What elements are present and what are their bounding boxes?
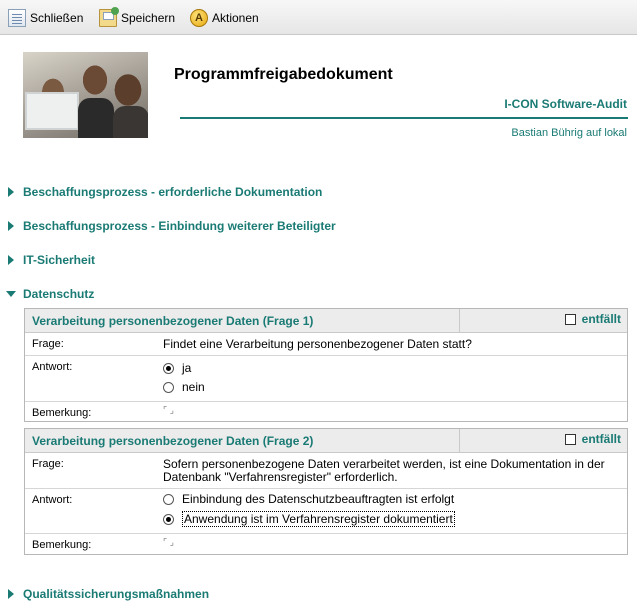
question-1: Verarbeitung personenbezogener Daten (Fr… xyxy=(24,308,628,422)
remark-field-icon[interactable]: ⌜ ⌟ xyxy=(163,537,177,549)
actions-button-label: Aktionen xyxy=(212,11,259,25)
radio-unselected-icon[interactable] xyxy=(163,493,174,505)
frage-text: Sofern personenbezogene Daten verarbeite… xyxy=(163,457,605,484)
actions-button[interactable]: A Aktionen xyxy=(190,8,259,28)
save-button-label: Speichern xyxy=(121,11,176,25)
close-button-label: Schließen xyxy=(30,11,84,25)
question-header: Verarbeitung personenbezogener Daten (Fr… xyxy=(25,429,627,453)
actions-icon: A xyxy=(190,9,208,27)
section-label: Datenschutz xyxy=(23,287,95,301)
frage-row: Frage: Sofern personenbezogene Daten ver… xyxy=(25,453,627,489)
save-icon xyxy=(99,7,119,27)
option-label: Einbindung des Datenschutzbeauftragten i… xyxy=(182,492,455,506)
triangle-down-icon xyxy=(6,288,18,300)
option-label: ja xyxy=(182,361,192,375)
triangle-right-icon xyxy=(6,254,18,266)
close-button[interactable]: Schließen xyxy=(8,8,83,28)
save-button[interactable]: Speichern xyxy=(99,7,176,28)
question-title: Verarbeitung personenbezogener Daten (Fr… xyxy=(32,434,314,448)
radio-option-nein[interactable]: nein xyxy=(163,380,205,394)
triangle-right-icon xyxy=(6,220,18,232)
section-datenschutz[interactable]: Datenschutz xyxy=(6,287,94,301)
section-label: Beschaffungsprozess - erforderliche Doku… xyxy=(23,185,323,199)
bemerkung-row: Bemerkung: ⌜ ⌟ xyxy=(25,534,627,556)
checkbox-icon[interactable] xyxy=(564,433,576,445)
radio-selected-icon[interactable] xyxy=(163,513,174,525)
question-2: Verarbeitung personenbezogener Daten (Fr… xyxy=(24,428,628,555)
user-info: Bastian Bührig auf lokal xyxy=(511,127,627,139)
section-label: Beschaffungsprozess - Einbindung weitere… xyxy=(23,219,336,233)
option-label: Anwendung ist im Verfahrensregister doku… xyxy=(182,511,455,527)
header-photo xyxy=(23,52,148,138)
section-beschaffung-doku[interactable]: Beschaffungsprozess - erforderliche Doku… xyxy=(6,185,322,199)
document-subtitle: I-CON Software-Audit xyxy=(504,97,627,111)
bemerkung-label: Bemerkung: xyxy=(32,539,92,551)
section-beschaffung-beteiligte[interactable]: Beschaffungsprozess - Einbindung weitere… xyxy=(6,219,336,233)
document-title: Programmfreigabedokument xyxy=(174,66,393,83)
question-title: Verarbeitung personenbezogener Daten (Fr… xyxy=(32,314,314,328)
remark-field-icon[interactable]: ⌜ ⌟ xyxy=(163,405,177,417)
antwort-row: Antwort: ja nein xyxy=(25,356,627,402)
frage-text: Findet eine Verarbeitung personenbezogen… xyxy=(163,337,472,351)
radio-option-ja[interactable]: ja xyxy=(163,361,191,375)
triangle-right-icon xyxy=(6,588,18,600)
radio-option-datenschutzbeauftragter[interactable]: Einbindung des Datenschutzbeauftragten i… xyxy=(163,492,454,506)
question-header: Verarbeitung personenbezogener Daten (Fr… xyxy=(25,309,627,333)
antwort-row: Antwort: Einbindung des Datenschutzbeauf… xyxy=(25,489,627,534)
entfaellt-checkbox[interactable]: entfällt xyxy=(564,312,621,326)
close-document-icon xyxy=(8,9,26,27)
triangle-right-icon xyxy=(6,186,18,198)
antwort-label: Antwort: xyxy=(32,494,73,506)
entfaellt-label: entfällt xyxy=(581,432,621,446)
option-label: nein xyxy=(182,380,205,394)
header-divider xyxy=(180,117,628,119)
checkbox-icon[interactable] xyxy=(564,313,576,325)
radio-unselected-icon[interactable] xyxy=(163,381,174,393)
bemerkung-label: Bemerkung: xyxy=(32,407,92,419)
entfaellt-label: entfällt xyxy=(581,312,621,326)
toolbar: Schließen Speichern A Aktionen xyxy=(0,0,637,35)
section-label: IT-Sicherheit xyxy=(23,253,96,267)
frage-label: Frage: xyxy=(32,458,64,470)
bemerkung-row: Bemerkung: ⌜ ⌟ xyxy=(25,402,627,424)
antwort-label: Antwort: xyxy=(32,361,73,373)
radio-option-verfahrensregister[interactable]: Anwendung ist im Verfahrensregister doku… xyxy=(163,511,455,527)
entfaellt-checkbox[interactable]: entfällt xyxy=(564,432,621,446)
radio-selected-icon[interactable] xyxy=(163,362,174,374)
frage-label: Frage: xyxy=(32,338,64,350)
section-it-sicherheit[interactable]: IT-Sicherheit xyxy=(6,253,95,267)
frage-row: Frage: Findet eine Verarbeitung personen… xyxy=(25,333,627,356)
